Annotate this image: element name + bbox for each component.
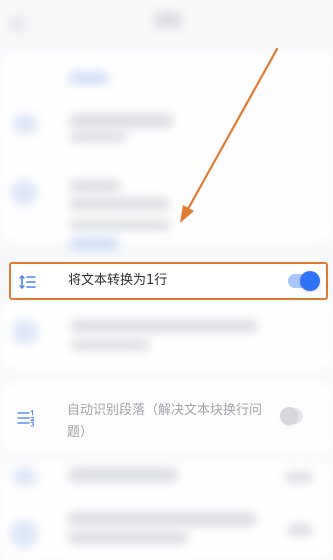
toggle-knob (280, 407, 298, 425)
merge-lines-toggle[interactable] (288, 271, 320, 291)
blurred-row-text (68, 532, 188, 544)
blurred-row-icon (11, 180, 37, 206)
numbered-list-icon (17, 409, 35, 427)
back-icon[interactable] (10, 16, 26, 32)
blurred-row-text (288, 524, 312, 536)
settings-screen: 将文本转换为1行 自动识别段落（解决文本块换行问题） (0, 0, 333, 560)
blurred-row-text (70, 320, 258, 332)
blurred-row-text (284, 472, 314, 482)
blurred-row-text (69, 132, 127, 142)
blurred-row-text (69, 180, 121, 192)
toggle-knob (300, 271, 320, 291)
blurred-settings-card (0, 300, 333, 370)
auto-paragraph-label: 自动识别段落（解决文本块换行问题） (67, 403, 263, 440)
blurred-row-icon (12, 320, 38, 344)
blurred-row-text (70, 340, 150, 350)
blurred-row-text (69, 198, 170, 210)
blurred-link (69, 72, 109, 84)
blurred-link (70, 238, 118, 250)
blurred-settings-card (0, 52, 333, 242)
blurred-row-text (68, 468, 178, 482)
auto-paragraph-setting-row[interactable]: 自动识别段落（解决文本块换行问题） (0, 390, 333, 450)
line-spacing-icon (19, 275, 36, 289)
blurred-row-text (68, 512, 256, 526)
auto-paragraph-toggle[interactable] (280, 407, 303, 425)
blurred-row-icon (12, 114, 38, 134)
blurred-row-text (69, 220, 171, 230)
merge-lines-label: 将文本转换为1行 (68, 273, 168, 288)
blurred-row-icon (12, 468, 38, 486)
blurred-row-text (69, 114, 173, 128)
blurred-row-icon (10, 520, 38, 548)
blurred-header-title (154, 12, 182, 28)
merge-lines-setting-row[interactable]: 将文本转换为1行 (9, 262, 328, 300)
